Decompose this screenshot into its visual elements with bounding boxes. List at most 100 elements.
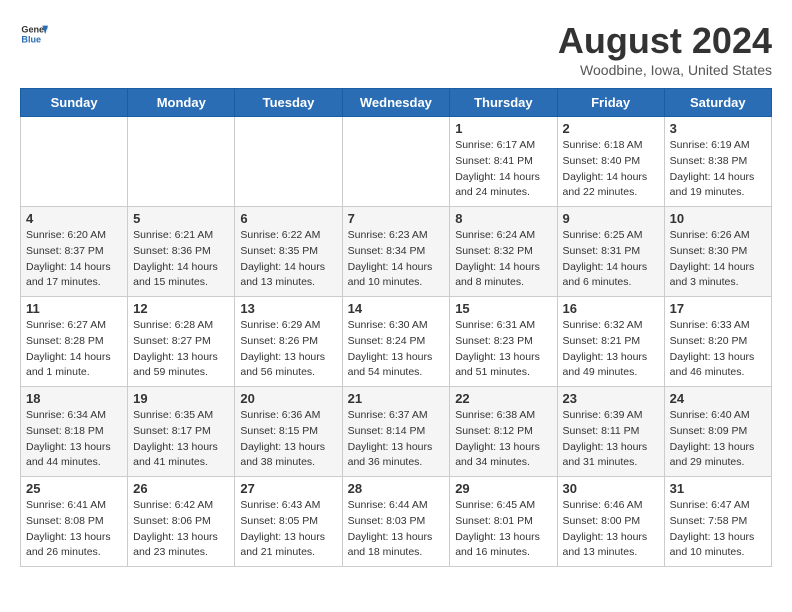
calendar-cell: 4Sunrise: 6:20 AM Sunset: 8:37 PM Daylig… [21, 207, 128, 297]
cell-content: Sunrise: 6:32 AM Sunset: 8:21 PM Dayligh… [563, 318, 659, 381]
day-number: 25 [26, 481, 122, 496]
calendar-cell: 24Sunrise: 6:40 AM Sunset: 8:09 PM Dayli… [664, 387, 771, 477]
calendar-week-row: 25 Sunrise: 6:41 AM Sunset: 8:08 PM Dayli… [21, 477, 772, 567]
day-number: 12 [133, 301, 229, 316]
cell-content: Sunrise: 6:36 AM Sunset: 8:15 PM Dayligh… [240, 408, 336, 471]
page-subtitle: Woodbine, Iowa, United States [558, 62, 772, 78]
cell-content: Sunrise: 6:46 AM Sunset: 8:00 PM Dayligh… [563, 498, 659, 561]
calendar-table: SundayMondayTuesdayWednesdayThursdayFrid… [20, 88, 772, 567]
cell-content: Sunrise: 6:41 AM Sunset: 8:08 PM Dayligh… [26, 498, 122, 561]
logo: General Blue [20, 20, 48, 48]
calendar-cell: 21Sunrise: 6:37 AM Sunset: 8:14 PM Dayli… [342, 387, 450, 477]
cell-content: Sunrise: 6:21 AM Sunset: 8:36 PM Dayligh… [133, 228, 229, 291]
day-number: 26 [133, 481, 229, 496]
day-number: 4 [26, 211, 122, 226]
cell-content: Sunrise: 6:25 AM Sunset: 8:31 PM Dayligh… [563, 228, 659, 291]
calendar-day-header: Sunday [21, 89, 128, 117]
day-number: 14 [348, 301, 445, 316]
cell-content: Sunrise: 6:30 AM Sunset: 8:24 PM Dayligh… [348, 318, 445, 381]
calendar-cell: 13 Sunrise: 6:29 AM Sunset: 8:26 PM Dayli… [235, 297, 342, 387]
calendar-cell: 26 Sunrise: 6:42 AM Sunset: 8:06 PM Dayli… [128, 477, 235, 567]
cell-content: Sunrise: 6:22 AM Sunset: 8:35 PM Dayligh… [240, 228, 336, 291]
day-number: 24 [670, 391, 766, 406]
calendar-cell: 14 Sunrise: 6:30 AM Sunset: 8:24 PM Dayli… [342, 297, 450, 387]
calendar-day-header: Wednesday [342, 89, 450, 117]
svg-text:Blue: Blue [21, 34, 41, 44]
day-number: 16 [563, 301, 659, 316]
calendar-cell: 6Sunrise: 6:22 AM Sunset: 8:35 PM Daylig… [235, 207, 342, 297]
day-number: 1 [455, 121, 551, 136]
day-number: 13 [240, 301, 336, 316]
day-number: 11 [26, 301, 122, 316]
generalblue-logo-icon: General Blue [20, 20, 48, 48]
calendar-header-row: SundayMondayTuesdayWednesdayThursdayFrid… [21, 89, 772, 117]
cell-content: Sunrise: 6:19 AM Sunset: 8:38 PM Dayligh… [670, 138, 766, 201]
cell-content: Sunrise: 6:39 AM Sunset: 8:11 PM Dayligh… [563, 408, 659, 471]
day-number: 30 [563, 481, 659, 496]
cell-content: Sunrise: 6:38 AM Sunset: 8:12 PM Dayligh… [455, 408, 551, 471]
calendar-cell: 19 Sunrise: 6:35 AM Sunset: 8:17 PM Dayli… [128, 387, 235, 477]
calendar-cell: 2Sunrise: 6:18 AM Sunset: 8:40 PM Daylig… [557, 117, 664, 207]
calendar-cell: 9 Sunrise: 6:25 AM Sunset: 8:31 PM Daylig… [557, 207, 664, 297]
cell-content: Sunrise: 6:26 AM Sunset: 8:30 PM Dayligh… [670, 228, 766, 291]
calendar-cell [342, 117, 450, 207]
cell-content: Sunrise: 6:29 AM Sunset: 8:26 PM Dayligh… [240, 318, 336, 381]
calendar-cell: 30 Sunrise: 6:46 AM Sunset: 8:00 PM Dayli… [557, 477, 664, 567]
day-number: 27 [240, 481, 336, 496]
day-number: 22 [455, 391, 551, 406]
cell-content: Sunrise: 6:34 AM Sunset: 8:18 PM Dayligh… [26, 408, 122, 471]
calendar-week-row: 1Sunrise: 6:17 AM Sunset: 8:41 PM Daylig… [21, 117, 772, 207]
day-number: 21 [348, 391, 445, 406]
day-number: 31 [670, 481, 766, 496]
calendar-cell [128, 117, 235, 207]
calendar-cell: 3 Sunrise: 6:19 AM Sunset: 8:38 PM Daylig… [664, 117, 771, 207]
calendar-cell: 18 Sunrise: 6:34 AM Sunset: 8:18 PM Dayli… [21, 387, 128, 477]
day-number: 18 [26, 391, 122, 406]
day-number: 28 [348, 481, 445, 496]
day-number: 8 [455, 211, 551, 226]
day-number: 7 [348, 211, 445, 226]
day-number: 3 [670, 121, 766, 136]
day-number: 29 [455, 481, 551, 496]
day-number: 2 [563, 121, 659, 136]
cell-content: Sunrise: 6:28 AM Sunset: 8:27 PM Dayligh… [133, 318, 229, 381]
day-number: 15 [455, 301, 551, 316]
calendar-week-row: 11Sunrise: 6:27 AM Sunset: 8:28 PM Dayli… [21, 297, 772, 387]
calendar-day-header: Monday [128, 89, 235, 117]
calendar-cell [235, 117, 342, 207]
cell-content: Sunrise: 6:42 AM Sunset: 8:06 PM Dayligh… [133, 498, 229, 561]
calendar-day-header: Friday [557, 89, 664, 117]
calendar-day-header: Tuesday [235, 89, 342, 117]
header: General Blue August 2024 Woodbine, Iowa,… [20, 20, 772, 78]
calendar-cell: 31Sunrise: 6:47 AM Sunset: 7:58 PM Dayli… [664, 477, 771, 567]
calendar-cell: 8 Sunrise: 6:24 AM Sunset: 8:32 PM Daylig… [450, 207, 557, 297]
day-number: 5 [133, 211, 229, 226]
day-number: 17 [670, 301, 766, 316]
calendar-cell: 11Sunrise: 6:27 AM Sunset: 8:28 PM Dayli… [21, 297, 128, 387]
page-title: August 2024 [558, 20, 772, 62]
calendar-week-row: 18 Sunrise: 6:34 AM Sunset: 8:18 PM Dayli… [21, 387, 772, 477]
calendar-cell [21, 117, 128, 207]
day-number: 23 [563, 391, 659, 406]
day-number: 20 [240, 391, 336, 406]
calendar-cell: 25 Sunrise: 6:41 AM Sunset: 8:08 PM Dayli… [21, 477, 128, 567]
calendar-cell: 1Sunrise: 6:17 AM Sunset: 8:41 PM Daylig… [450, 117, 557, 207]
calendar-cell: 15Sunrise: 6:31 AM Sunset: 8:23 PM Dayli… [450, 297, 557, 387]
calendar-cell: 17Sunrise: 6:33 AM Sunset: 8:20 PM Dayli… [664, 297, 771, 387]
title-section: August 2024 Woodbine, Iowa, United State… [558, 20, 772, 78]
cell-content: Sunrise: 6:24 AM Sunset: 8:32 PM Dayligh… [455, 228, 551, 291]
cell-content: Sunrise: 6:45 AM Sunset: 8:01 PM Dayligh… [455, 498, 551, 561]
day-number: 10 [670, 211, 766, 226]
calendar-cell: 29 Sunrise: 6:45 AM Sunset: 8:01 PM Dayli… [450, 477, 557, 567]
calendar-cell: 28 Sunrise: 6:44 AM Sunset: 8:03 PM Dayli… [342, 477, 450, 567]
cell-content: Sunrise: 6:44 AM Sunset: 8:03 PM Dayligh… [348, 498, 445, 561]
calendar-day-header: Saturday [664, 89, 771, 117]
calendar-cell: 7 Sunrise: 6:23 AM Sunset: 8:34 PM Daylig… [342, 207, 450, 297]
day-number: 19 [133, 391, 229, 406]
day-number: 9 [563, 211, 659, 226]
calendar-cell: 23 Sunrise: 6:39 AM Sunset: 8:11 PM Dayli… [557, 387, 664, 477]
cell-content: Sunrise: 6:35 AM Sunset: 8:17 PM Dayligh… [133, 408, 229, 471]
cell-content: Sunrise: 6:23 AM Sunset: 8:34 PM Dayligh… [348, 228, 445, 291]
calendar-cell: 5 Sunrise: 6:21 AM Sunset: 8:36 PM Daylig… [128, 207, 235, 297]
calendar-cell: 22 Sunrise: 6:38 AM Sunset: 8:12 PM Dayli… [450, 387, 557, 477]
